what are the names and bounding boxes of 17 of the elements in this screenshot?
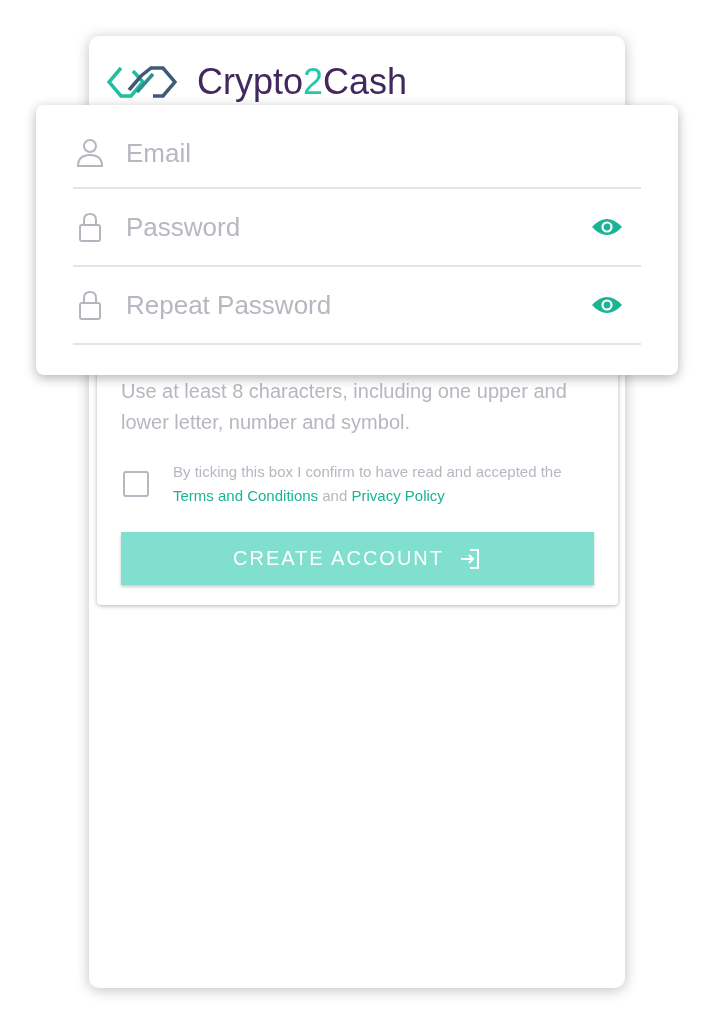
create-account-button[interactable]: CREATE ACCOUNT xyxy=(121,532,594,585)
input-field[interactable]: Password xyxy=(124,210,591,244)
link[interactable]: Privacy Policy xyxy=(351,487,445,504)
sign-in-icon xyxy=(458,546,482,571)
consent-text: By ticking this box I confirm to have read and accepted the Terms and Conditions and Privacy Policy xyxy=(173,462,563,506)
eye-icon[interactable] xyxy=(591,217,623,237)
checkbox[interactable] xyxy=(123,471,149,497)
input-field[interactable]: Email xyxy=(124,136,623,170)
link[interactable]: Terms and Conditions xyxy=(173,487,319,504)
lock-icon xyxy=(76,289,104,321)
eye-icon[interactable] xyxy=(591,295,623,315)
lock-icon xyxy=(76,211,104,243)
password-hint: Use at least 8 characters, including one upper and lower letter, number and symbol. xyxy=(121,379,568,435)
logo-text: Crypto2Cash xyxy=(197,61,408,103)
user-icon xyxy=(76,138,104,168)
input-field[interactable]: Repeat Password xyxy=(124,288,591,322)
logo-icon xyxy=(107,65,177,99)
